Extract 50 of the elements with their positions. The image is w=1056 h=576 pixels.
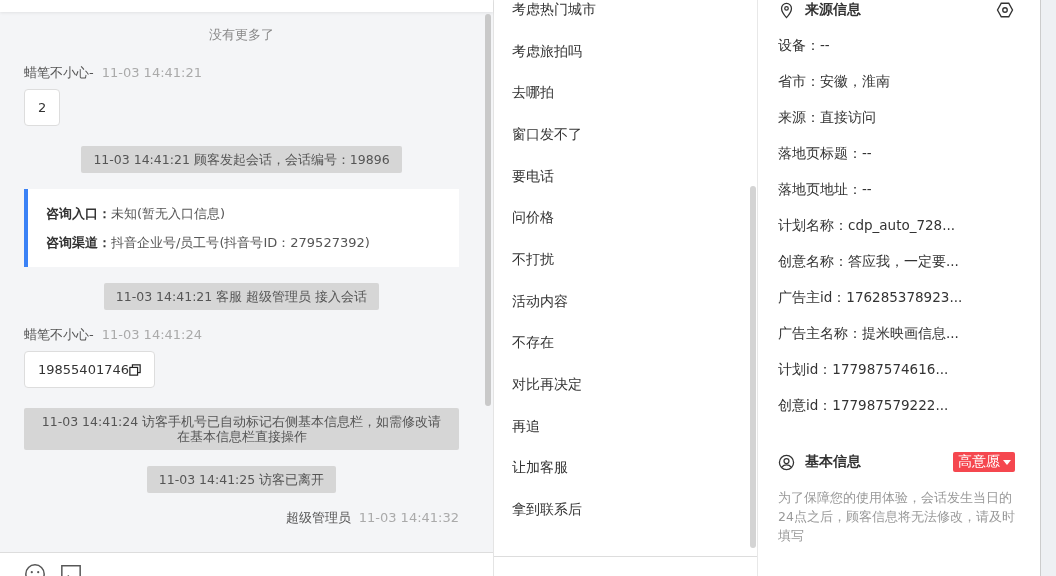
caret-icon xyxy=(1003,459,1011,465)
system-notice: 11-03 14:41:21 客服 超级管理员 接入会话 xyxy=(103,283,380,310)
info-line: 咨询入口：未知(暂无入口信息) xyxy=(46,205,227,223)
phrase-item[interactable]: 对比再决定 xyxy=(494,363,757,405)
info-field: 省市：安徽，淮南 xyxy=(778,72,1020,90)
location-pin-icon xyxy=(778,1,795,19)
info-field: 计划id：177987574616... xyxy=(778,360,1020,378)
phrase-item[interactable]: 去哪拍 xyxy=(494,71,757,114)
message-text: 19855401746 xyxy=(38,362,129,377)
phrase-item[interactable]: 考虑旅拍吗 xyxy=(494,29,757,72)
notice-text: 为了保障您的使用体验，会话发生当日的24点之后，顾客信息将无法修改，请及时填写 xyxy=(778,489,1016,545)
copy-icon[interactable] xyxy=(129,363,141,376)
user-circle-icon xyxy=(778,453,795,471)
message-time: 11-03 14:41:21 xyxy=(101,65,202,80)
message-time: 11-03 14:41:24 xyxy=(101,327,202,342)
phrase-item[interactable]: 不存在 xyxy=(494,321,757,364)
info-field: 创意名称：答应我，一定要... xyxy=(778,252,1020,270)
phrase-item[interactable]: 窗口发不了 xyxy=(494,113,757,155)
scrollbar[interactable] xyxy=(485,14,491,406)
phrase-item[interactable]: 不打扰 xyxy=(494,238,757,280)
no-more-text: 没有更多了 xyxy=(208,26,275,44)
section-title: 基本信息 xyxy=(805,453,861,471)
info-field: 落地页标题：-- xyxy=(778,144,1020,162)
phrase-item[interactable]: 问价格 xyxy=(494,196,757,239)
sender-name: 蜡笔不小心- xyxy=(24,326,94,344)
info-line: 咨询渠道：抖音企业号/员工号(抖音号ID：279527392) xyxy=(46,234,371,252)
phrase-item[interactable]: 活动内容 xyxy=(494,279,757,322)
info-field: 计划名称：cdp_auto_728... xyxy=(778,216,1020,234)
system-notice: 11-03 14:41:21 顾客发起会话，会话编号：19896 xyxy=(81,146,402,173)
system-notice: 11-03 14:41:25 访客已离开 xyxy=(146,466,337,493)
phrase-item[interactable]: 考虑热门城市 xyxy=(494,0,757,30)
info-field: 广告主id：176285378923... xyxy=(778,288,1020,306)
settings-icon[interactable] xyxy=(996,1,1014,19)
phrase-item[interactable]: 让加客服 xyxy=(494,446,757,489)
phrase-item[interactable]: 拿到联系后 xyxy=(494,488,757,530)
scrollbar[interactable] xyxy=(750,186,756,548)
info-field: 广告主名称：提米映画信息... xyxy=(778,324,1020,342)
info-field: 落地页地址：-- xyxy=(778,180,1020,198)
sender-name: 蜡笔不小心- xyxy=(24,64,94,82)
phrase-item[interactable]: 要电话 xyxy=(494,154,757,197)
info-field: 设备：-- xyxy=(778,36,1020,54)
info-field: 创意id：177987579222... xyxy=(778,396,1020,414)
section-title: 来源信息 xyxy=(805,1,861,19)
sender-name: 超级管理员 xyxy=(285,509,351,527)
message-time: 11-03 14:41:32 xyxy=(358,510,459,525)
intent-dropdown[interactable]: 高意愿 xyxy=(953,452,1015,472)
system-notice: 11-03 14:41:24 访客手机号已自动标记右侧基本信息栏，如需修改请在基本信息栏直接操作 xyxy=(24,408,459,450)
message-text: 2 xyxy=(38,100,47,115)
phrase-item[interactable]: 再追 xyxy=(494,404,757,447)
info-field: 来源：直接访问 xyxy=(778,108,1020,126)
